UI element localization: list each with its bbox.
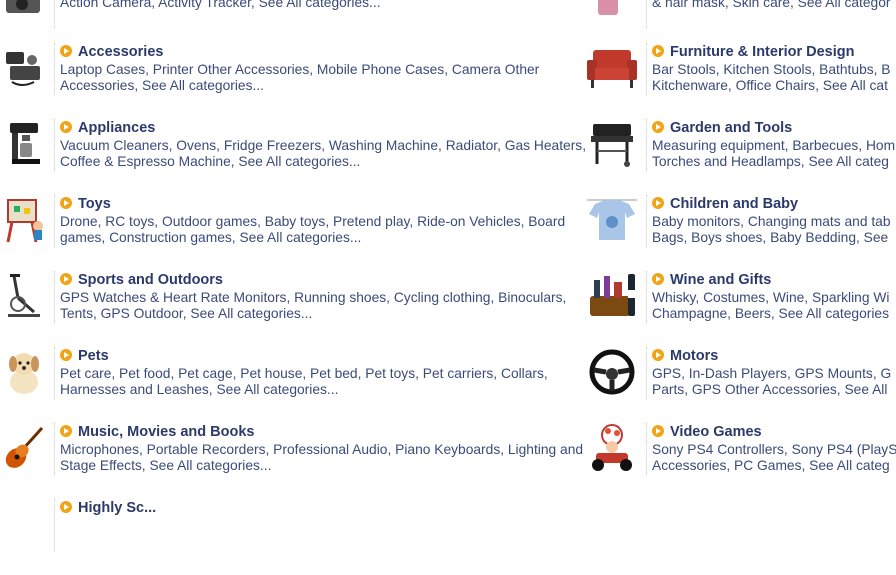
category-title[interactable]: Children and Baby xyxy=(670,196,798,212)
coffee-machine-icon[interactable] xyxy=(0,119,48,169)
category-block-pets: Pets Pet care, Pet food, Pet cage, Pet h… xyxy=(0,347,584,423)
arrow-bullet-icon xyxy=(652,425,664,437)
category-links[interactable]: Microphones, Portable Recorders, Profess… xyxy=(60,442,600,474)
category-links[interactable]: Measuring equipment, Barbecues, Hom Torch… xyxy=(652,138,896,170)
category-title[interactable]: Toys xyxy=(78,196,111,212)
category-block-wine: Wine and Gifts Whisky, Costumes, Wine, S… xyxy=(584,271,896,347)
category-links[interactable]: GPS Watches & Heart Rate Monitors, Runni… xyxy=(60,290,600,322)
arrow-bullet-icon xyxy=(652,349,664,361)
exercise-bike-icon[interactable] xyxy=(0,271,48,321)
category-title[interactable]: Wine and Gifts xyxy=(670,272,771,288)
category-links[interactable]: Pet care, Pet food, Pet cage, Pet house,… xyxy=(60,366,600,398)
baby-shirt-icon[interactable] xyxy=(584,195,640,245)
arrow-bullet-icon xyxy=(652,197,664,209)
camera-icon[interactable] xyxy=(0,0,48,26)
arrow-bullet-icon xyxy=(652,121,664,133)
armchair-icon[interactable] xyxy=(584,43,640,93)
category-links[interactable]: & hair mask, Skin care, See All categor xyxy=(652,0,896,11)
steering-wheel-icon[interactable] xyxy=(584,347,640,397)
gift-basket-icon[interactable] xyxy=(584,271,640,321)
category-title[interactable]: Video Games xyxy=(670,424,762,440)
category-block-toys: Toys Drone, RC toys, Outdoor games, Baby… xyxy=(0,195,584,271)
arrow-bullet-icon xyxy=(652,45,664,57)
category-title[interactable]: Pets xyxy=(78,348,109,364)
category-links[interactable]: GPS, In-Dash Players, GPS Mounts, G Parts… xyxy=(652,366,896,398)
arrow-bullet-icon xyxy=(60,273,72,285)
category-block-motors: Motors GPS, In-Dash Players, GPS Mounts,… xyxy=(584,347,896,423)
category-links[interactable]: Whisky, Costumes, Wine, Sparkling Wi Cham… xyxy=(652,290,896,322)
category-block-garden: Garden and Tools Measuring equipment, Ba… xyxy=(584,119,896,195)
category-block-music: Music, Movies and Books Microphones, Por… xyxy=(0,423,584,499)
category-title[interactable]: Appliances xyxy=(78,120,155,136)
category-block-accessories: Accessories Laptop Cases, Printer Other … xyxy=(0,43,584,119)
category-title[interactable]: Music, Movies and Books xyxy=(78,424,254,440)
guitar-icon[interactable] xyxy=(0,423,48,473)
category-links[interactable]: Action Camera, Activity Tracker, See All… xyxy=(60,0,600,11)
puppy-icon[interactable] xyxy=(0,347,48,397)
arrow-bullet-icon xyxy=(652,273,664,285)
category-block-sports: Sports and Outdoors GPS Watches & Heart … xyxy=(0,271,584,347)
accessories-icon[interactable] xyxy=(0,43,48,93)
category-links[interactable]: Laptop Cases, Printer Other Accessories,… xyxy=(60,62,600,94)
arrow-bullet-icon xyxy=(60,425,72,437)
cosmetics-icon[interactable] xyxy=(584,0,640,26)
category-title[interactable]: Furniture & Interior Design xyxy=(670,44,855,60)
arrow-bullet-icon xyxy=(60,349,72,361)
category-block-furniture: Furniture & Interior Design Bar Stools, … xyxy=(584,43,896,119)
arrow-bullet-icon xyxy=(60,45,72,57)
category-links[interactable]: Vacuum Cleaners, Ovens, Fridge Freezers,… xyxy=(60,138,600,170)
category-title[interactable]: Garden and Tools xyxy=(670,120,792,136)
category-title[interactable]: Accessories xyxy=(78,44,163,60)
category-title[interactable]: Motors xyxy=(670,348,718,364)
category-block-partial: Highly Sc... xyxy=(0,499,584,575)
category-title[interactable]: Sports and Outdoors xyxy=(78,272,223,288)
barbecue-icon[interactable] xyxy=(584,119,640,169)
category-links[interactable]: Baby monitors, Changing mats and tab Bags… xyxy=(652,214,896,246)
category-title[interactable]: Highly Sc... xyxy=(78,500,156,516)
category-links[interactable]: Sony PS4 Controllers, Sony PS4 (PlayS Acc… xyxy=(652,442,896,474)
category-links[interactable]: Drone, RC toys, Outdoor games, Baby toys… xyxy=(60,214,600,246)
category-block-appliances: Appliances Vacuum Cleaners, Ovens, Fridg… xyxy=(0,119,586,195)
easel-toy-icon[interactable] xyxy=(0,195,48,245)
kart-character-icon[interactable] xyxy=(584,423,640,473)
category-block-videogames: Video Games Sony PS4 Controllers, Sony P… xyxy=(584,423,896,499)
category-block-children: Children and Baby Baby monitors, Changin… xyxy=(584,195,896,271)
arrow-bullet-icon xyxy=(60,121,72,133)
category-links[interactable]: Bar Stools, Kitchen Stools, Bathtubs, BK… xyxy=(652,62,896,94)
arrow-bullet-icon xyxy=(60,197,72,209)
